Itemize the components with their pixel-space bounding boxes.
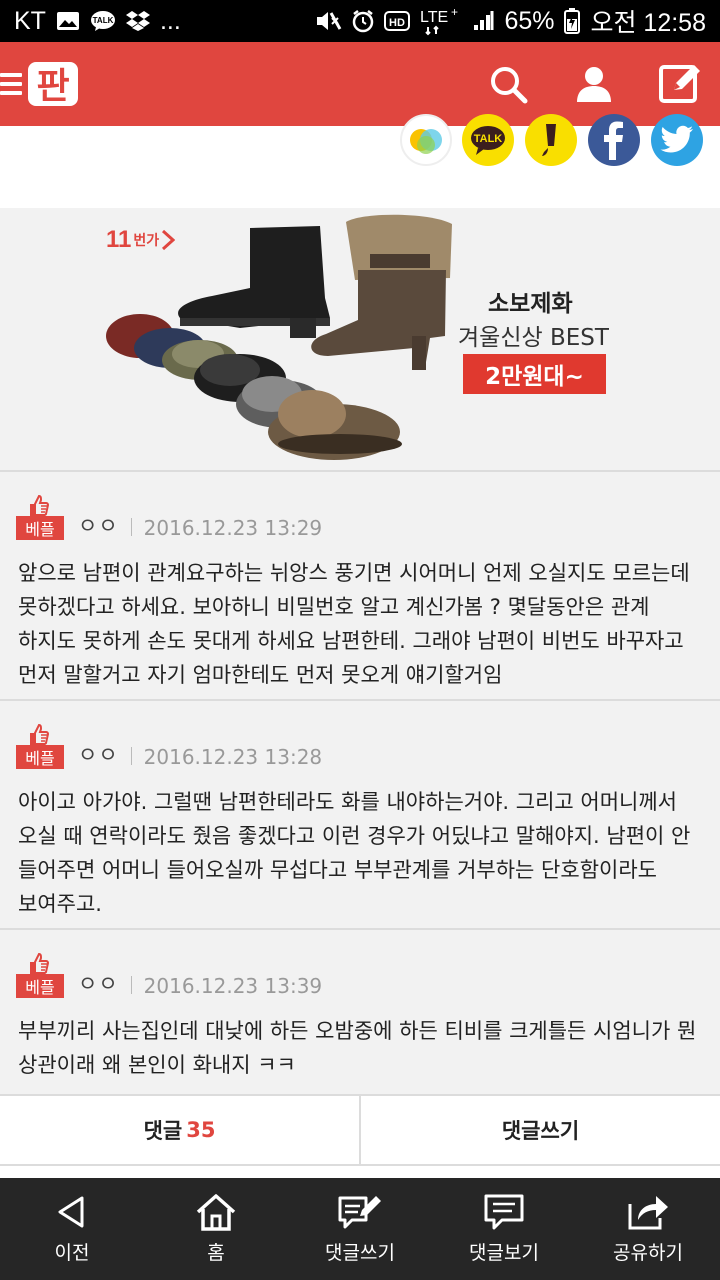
best-comment-badge: 베플 (16, 723, 64, 771)
status-bar: KT TALK ... HD LTE + 65% 오전 12:58 (0, 0, 720, 42)
comment-body: 앞으로 남편이 관계요구하는 뉘앙스 풍기면 시어머니 언제 오실지도 모르는데… (18, 561, 690, 687)
shoes-illustration (106, 214, 452, 460)
divider (130, 518, 132, 536)
kakaotalk-icon: TALK (90, 10, 116, 32)
comment-date: 2016.12.23 13:29 (143, 516, 323, 540)
share-twitter-icon[interactable] (651, 114, 703, 166)
mute-icon (314, 9, 342, 33)
list-item: 베플 ㅇㅇ 2016.12.23 13:29 앞으로 남편이 관계요구하는 뉘앙… (0, 470, 720, 699)
share-kakaotalk-icon[interactable]: TALK (462, 114, 514, 166)
menu-icon[interactable] (0, 73, 22, 95)
alarm-icon (352, 9, 374, 33)
comment-author: ㅇㅇ (78, 514, 119, 538)
comment-author: ㅇㅇ (78, 972, 119, 996)
battery-percent: 65% (504, 6, 555, 35)
profile-icon[interactable] (572, 62, 616, 106)
best-comment-badge: 베플 (16, 494, 64, 542)
gallery-icon (56, 11, 80, 31)
lte-icon: LTE + (420, 6, 462, 36)
dropbox-icon (125, 10, 150, 32)
write-comment-button[interactable]: 댓글쓰기 (359, 1096, 720, 1164)
back-icon (58, 1196, 84, 1228)
ad-price-badge: 2만원대~ (463, 354, 606, 394)
hd-voice-icon: HD (384, 10, 411, 32)
more-notifications: ... (159, 6, 181, 35)
comment-author: ㅇㅇ (78, 743, 119, 767)
view-comments-icon (484, 1194, 524, 1230)
svg-text:판: 판 (36, 66, 69, 107)
nav-view-comments-button[interactable]: 댓글보기 (432, 1178, 576, 1280)
bottom-nav: 이전 홈 댓글쓰기 댓글보기 공유하기 (0, 1178, 720, 1280)
comment-date: 2016.12.23 13:28 (143, 745, 323, 769)
thumbs-up-icon (30, 723, 50, 745)
share-strip: TALK (0, 114, 720, 208)
best-comments-list: 베플 ㅇㅇ 2016.12.23 13:29 앞으로 남편이 관계요구하는 뉘앙… (0, 470, 720, 1094)
divider (130, 747, 132, 765)
nav-write-comment-button[interactable]: 댓글쓰기 (288, 1178, 432, 1280)
search-icon[interactable] (486, 62, 530, 106)
write-post-icon[interactable] (658, 62, 702, 106)
svg-text:+: + (451, 6, 458, 19)
ad-subtitle: 겨울신상 BEST (458, 325, 609, 351)
comment-count: 35 (186, 1118, 216, 1142)
list-item: 베플 ㅇㅇ 2016.12.23 13:28 아이고 아가야. 그럴땐 남편한테… (0, 699, 720, 928)
nav-share-button[interactable]: 공유하기 (576, 1178, 720, 1280)
ad-banner[interactable]: 11 번가 소보제화 겨울신상 BEST 2만원대~ (0, 208, 720, 470)
comment-body: 부부끼리 사는집인데 대낮에 하든 오밤중에 하든 티비를 크게틀든 시엄니가 … (18, 1019, 697, 1077)
ad-title: 소보제화 (488, 291, 573, 317)
share-facebook-icon[interactable] (588, 114, 640, 166)
comment-body: 아이고 아가야. 그럴땐 남편한테라도 화를 내야하는거야. 그리고 어머니께서… (18, 790, 691, 916)
carrier-label: KT (14, 6, 46, 35)
comment-action-bar: 댓글 35 댓글쓰기 (0, 1094, 720, 1166)
battery-icon (564, 8, 581, 34)
svg-text:LTE: LTE (420, 9, 448, 26)
signal-icon (472, 10, 494, 32)
divider (130, 976, 132, 994)
best-comment-badge: 베플 (16, 952, 64, 1000)
share-icon (628, 1196, 668, 1230)
nav-home-button[interactable]: 홈 (144, 1178, 288, 1280)
thumbs-up-icon (30, 494, 50, 516)
home-icon (196, 1194, 236, 1231)
share-kakaostory-icon[interactable] (400, 114, 452, 166)
pann-logo[interactable]: 판 (26, 56, 82, 112)
list-item: 베플 ㅇㅇ 2016.12.23 13:39 부부끼리 사는집인데 대낮에 하든… (0, 928, 720, 1094)
svg-text:HD: HD (389, 17, 405, 29)
svg-text:TALK: TALK (474, 133, 503, 145)
nav-back-button[interactable]: 이전 (0, 1178, 144, 1280)
view-comments-button[interactable]: 댓글 35 (0, 1096, 359, 1164)
write-comment-icon (338, 1196, 381, 1229)
comment-date: 2016.12.23 13:39 (143, 974, 323, 998)
thumbs-up-icon (30, 952, 50, 974)
share-kakao-channel-icon[interactable] (525, 114, 577, 166)
clock: 오전 12:58 (590, 9, 706, 37)
svg-text:TALK: TALK (93, 16, 114, 25)
